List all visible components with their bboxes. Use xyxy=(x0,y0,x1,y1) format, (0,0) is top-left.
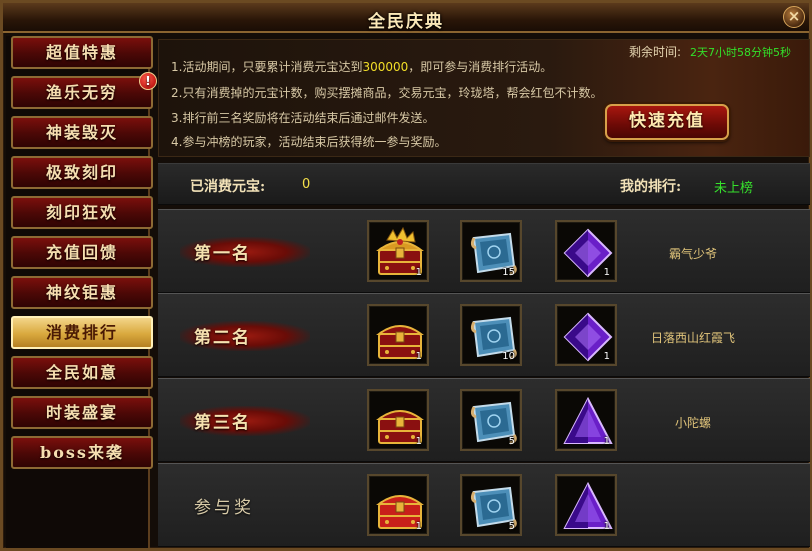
sidebar-item[interactable]: 超值特惠 xyxy=(11,36,153,69)
reward-quantity: 1 xyxy=(603,267,610,278)
alert-badge-icon: ! xyxy=(139,72,157,90)
sidebar-item[interactable]: 消费排行 xyxy=(11,316,153,349)
sidebar-item-label: 时装盛宴 xyxy=(45,403,118,422)
rule-1-text-end: ，即可参与消费排行活动。 xyxy=(408,60,553,74)
quick-recharge-button[interactable]: 快速充值 xyxy=(605,104,729,140)
rule-1-threshold: 300000 xyxy=(362,60,409,74)
winner-name: 霸气少爷 xyxy=(668,247,717,261)
sidebar-item-label: 渔乐无穷 xyxy=(45,83,118,102)
sidebar: 超值特惠渔乐无穷! 神装毁灭极致刻印刻印狂欢充值回馈神纹钜惠消费排行全民如意时装盛… xyxy=(6,36,157,548)
reward-slot[interactable]: 10 xyxy=(460,304,522,366)
sidebar-item-label: 神装毁灭 xyxy=(45,123,118,142)
spent-ingots-label: 已消费元宝: xyxy=(190,179,266,195)
rank-title: 第一名 xyxy=(194,244,251,264)
event-info-panel: 1.活动期间，只要累计消费元宝达到300000，即可参与消费排行活动。 2.只有… xyxy=(158,39,810,157)
rule-1-text: 1.活动期间，只要累计消费元宝达到 xyxy=(171,60,363,74)
player-status-bar: 已消费元宝: 0 我的排行: 未上榜 xyxy=(158,163,810,205)
rank-title: 第二名 xyxy=(194,328,251,348)
winner-name: 日落西山红霞飞 xyxy=(650,331,735,345)
reward-quantity: 1 xyxy=(603,521,610,532)
reward-slot[interactable]: 15 xyxy=(460,220,522,282)
countdown-label: 剩余时间: xyxy=(629,45,682,59)
reward-slot[interactable]: 1 xyxy=(367,389,429,451)
sidebar-item-label: 极致刻印 xyxy=(45,163,118,182)
ranking-row: 第二名 1 10 1 日落西山红霞飞 xyxy=(158,293,810,377)
my-rank-label: 我的排行: xyxy=(620,179,682,195)
reward-slot[interactable]: 1 xyxy=(367,474,429,536)
sidebar-item-label: 充值回馈 xyxy=(45,243,118,262)
sidebar-item-label: 神纹钜惠 xyxy=(45,283,118,302)
sidebar-item[interactable]: 渔乐无穷! xyxy=(11,72,157,109)
sidebar-item[interactable]: 全民如意 xyxy=(11,356,153,389)
ranking-row: 第一名 1 15 1 霸气少爷 xyxy=(158,209,810,293)
reward-quantity: 1 xyxy=(415,521,422,532)
countdown-value: 2天7小时58分钟5秒 xyxy=(690,46,791,59)
sidebar-item[interactable]: 时装盛宴 xyxy=(11,396,153,429)
sidebar-item-label: 消费排行 xyxy=(45,323,118,342)
rule-2: 2.只有消费掉的元宝计数，购买摆摊商品，交易元宝，玲珑塔，帮会红包不计数。 xyxy=(171,86,603,100)
reward-slot[interactable]: 1 xyxy=(555,304,617,366)
reward-slot[interactable]: 1 xyxy=(367,304,429,366)
close-button[interactable]: × xyxy=(783,6,805,28)
sidebar-item-label: 全民如意 xyxy=(45,363,118,382)
ranking-row: 参与奖 1 5 1 xyxy=(158,463,810,547)
reward-quantity: 1 xyxy=(415,351,422,362)
sidebar-item-label: 超值特惠 xyxy=(45,43,118,62)
sidebar-item[interactable]: 充值回馈 xyxy=(11,236,153,269)
reward-slot[interactable]: 1 xyxy=(367,220,429,282)
reward-slot[interactable]: 5 xyxy=(460,474,522,536)
my-rank-value: 未上榜 xyxy=(714,181,754,196)
spent-ingots-value: 0 xyxy=(302,177,311,192)
rule-4: 4.参与冲榜的玩家，活动结束后获得统一参与奖励。 xyxy=(171,135,447,149)
rank-title: 参与奖 xyxy=(194,498,254,518)
reward-quantity: 5 xyxy=(508,521,515,532)
reward-quantity: 5 xyxy=(508,436,515,447)
reward-quantity: 15 xyxy=(502,267,515,278)
reward-quantity: 1 xyxy=(603,351,610,362)
reward-quantity: 1 xyxy=(415,436,422,447)
sidebar-item[interactable]: 刻印狂欢 xyxy=(11,196,153,229)
reward-quantity: 1 xyxy=(415,267,422,278)
reward-quantity: 1 xyxy=(603,436,610,447)
sidebar-item[interactable]: 神纹钜惠 xyxy=(11,276,153,309)
rank-title: 第三名 xyxy=(194,413,251,433)
rule-1: 1.活动期间，只要累计消费元宝达到300000，即可参与消费排行活动。 xyxy=(171,58,552,75)
reward-slot[interactable]: 5 xyxy=(460,389,522,451)
winner-name: 小陀螺 xyxy=(674,416,711,430)
window-title: 全民庆典 xyxy=(368,12,444,32)
reward-slot[interactable]: 1 xyxy=(555,220,617,282)
sidebar-item[interactable]: 极致刻印 xyxy=(11,156,153,189)
sidebar-item[interactable]: boss来袭 xyxy=(11,436,153,469)
sidebar-item-label: 刻印狂欢 xyxy=(45,203,118,222)
title-bar: 全民庆典 × xyxy=(3,3,809,33)
rule-3: 3.排行前三名奖励将在活动结束后通过邮件发送。 xyxy=(171,111,435,125)
reward-slot[interactable]: 1 xyxy=(555,474,617,536)
reward-slot[interactable]: 1 xyxy=(555,389,617,451)
ranking-row: 第三名 1 5 1 小陀螺 xyxy=(158,378,810,462)
sidebar-item[interactable]: 神装毁灭 xyxy=(11,116,153,149)
reward-quantity: 10 xyxy=(502,351,515,362)
event-window: 全民庆典 × 超值特惠渔乐无穷! 神装毁灭极致刻印刻印狂欢充值回馈神纹钜惠消费排行… xyxy=(0,0,812,551)
sidebar-item-label: boss来袭 xyxy=(40,443,124,462)
